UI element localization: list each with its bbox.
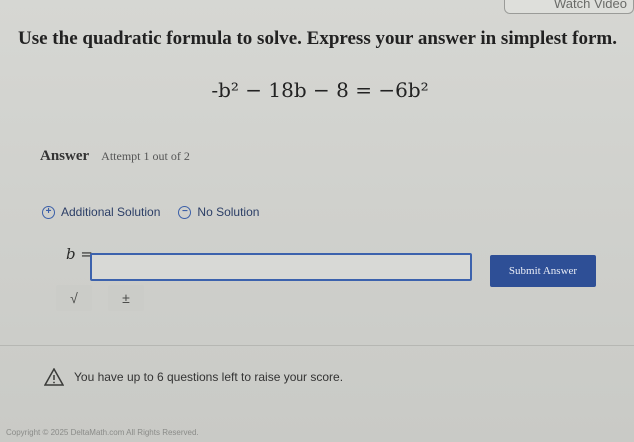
watch-video-button[interactable]: Watch Video <box>504 0 634 14</box>
answer-input-box[interactable] <box>90 253 472 281</box>
plus-icon: + <box>42 205 55 219</box>
submit-answer-button[interactable]: Submit Answer <box>490 255 596 287</box>
additional-solution-label: Additional Solution <box>61 205 161 219</box>
sqrt-button[interactable]: √ <box>56 285 92 311</box>
no-solution-label: No Solution <box>197 205 260 219</box>
plus-minus-button[interactable]: ± <box>108 285 144 311</box>
attempt-counter: Attempt 1 out of 2 <box>101 149 190 163</box>
answer-label: Answer <box>40 148 90 164</box>
warning-icon <box>44 368 64 386</box>
equation: -b² − 18b − 8 = −6b² <box>211 78 429 102</box>
variable-label: b = <box>66 245 93 263</box>
question-prompt: Use the quadratic formula to solve. Expr… <box>18 28 618 49</box>
answer-input[interactable] <box>92 255 470 279</box>
no-solution-button[interactable]: − No Solution <box>178 205 259 219</box>
notice-text: You have up to 6 questions left to raise… <box>74 370 344 384</box>
minus-icon: − <box>178 205 192 219</box>
answer-options: + Additional Solution − No Solution <box>42 205 259 219</box>
answer-header: Answer Attempt 1 out of 2 <box>40 148 190 165</box>
score-notice: You have up to 6 questions left to raise… <box>44 368 343 386</box>
divider <box>0 345 634 346</box>
additional-solution-button[interactable]: + Additional Solution <box>42 205 160 219</box>
copyright-footer: Copyright © 2025 DeltaMath.com All Right… <box>6 428 199 437</box>
